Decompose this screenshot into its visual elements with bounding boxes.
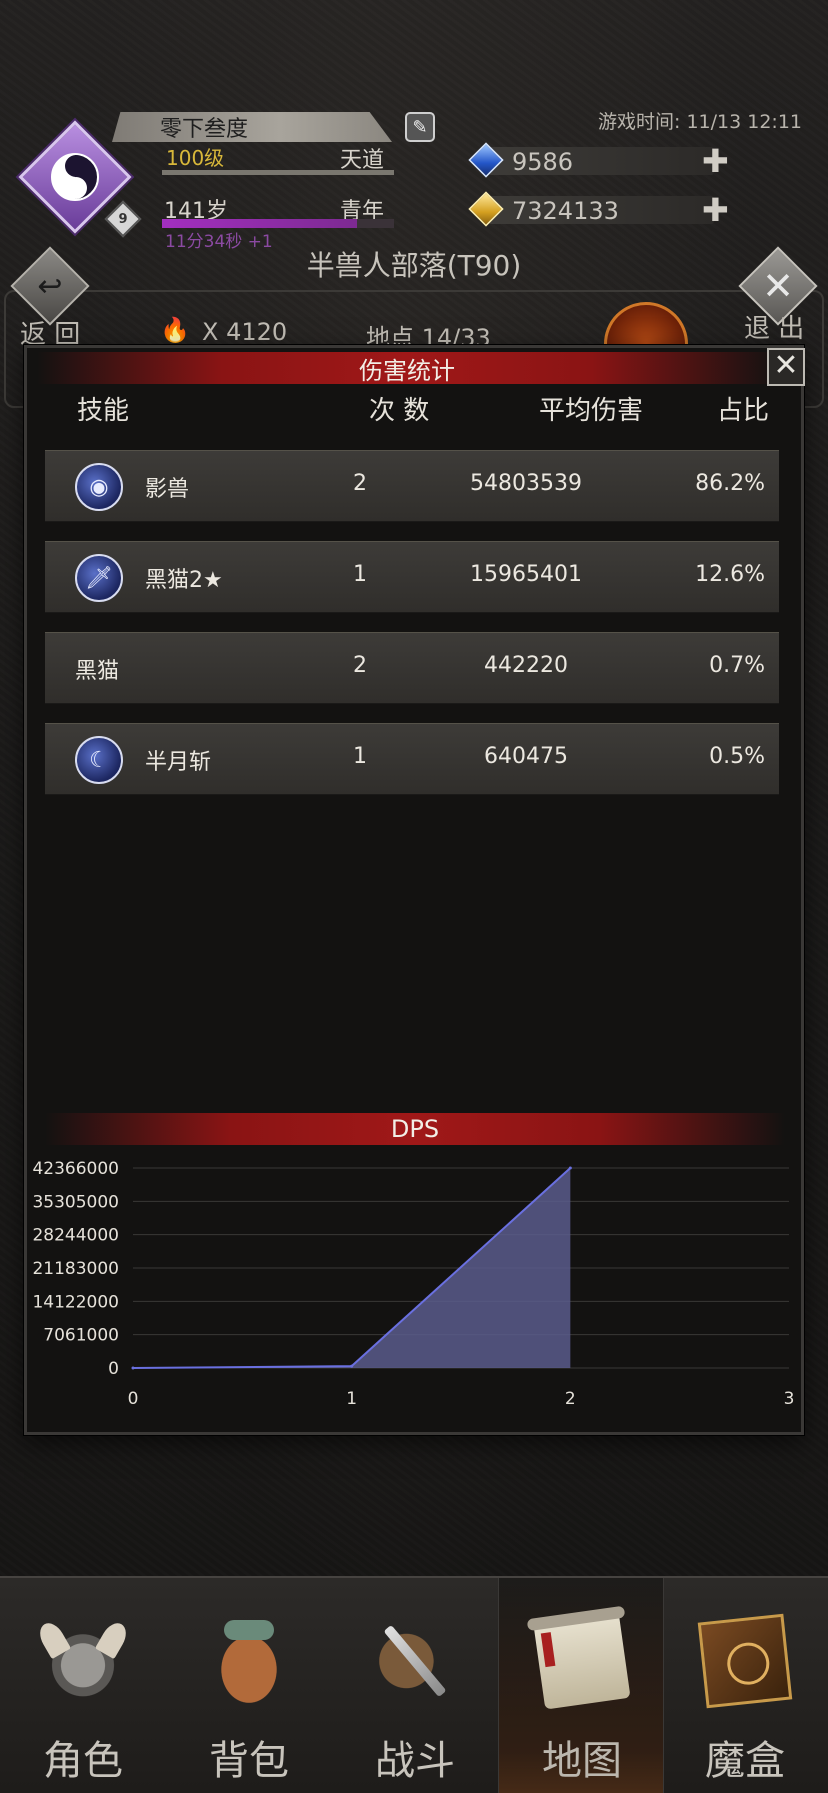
y-tick-label: 42366000 (32, 1159, 119, 1179)
game-time: 游戏时间: 11/13 12:11 (598, 111, 802, 133)
x-tick-label: 3 (784, 1389, 795, 1409)
skill-count: 1 (353, 744, 367, 769)
skill-avg-damage: 442220 (484, 653, 568, 678)
exit-label: 退 出 (744, 314, 805, 344)
edit-name-icon[interactable]: ✎ (405, 112, 435, 142)
skill-name: 半月斩 (145, 750, 212, 775)
backpack-icon (206, 1618, 292, 1704)
y-tick-label: 28244000 (32, 1226, 119, 1246)
damage-stats-panel: 伤害统计 ✕ 技能 次 数 平均伤害 占比 ◉ 影兽 2 54803539 86… (24, 345, 805, 1435)
nav-label: 背包 (209, 1738, 289, 1784)
nav-label: 地图 (542, 1738, 622, 1784)
skill-count: 2 (353, 653, 367, 678)
skill-name: 黑猫 (75, 659, 120, 684)
column-share: 占比 (717, 396, 770, 426)
y-tick-label: 0 (108, 1359, 119, 1379)
gem-count: 9586 (512, 148, 574, 176)
skill-avg-damage: 640475 (484, 744, 568, 769)
nav-item-map[interactable]: 地图 (498, 1578, 664, 1793)
dps-point (568, 1166, 572, 1170)
player-level: 100级 (166, 146, 225, 170)
column-avg-damage: 平均伤害 (539, 396, 644, 426)
avatar-level-badge-text: 9 (118, 211, 128, 227)
shadow-beast-icon: ◉ (75, 463, 123, 511)
y-tick-label: 21183000 (32, 1259, 119, 1279)
back-button[interactable]: ↩ 返 回 (8, 246, 92, 350)
exit-button[interactable]: ✕ 退 出 (736, 246, 820, 348)
level-progress-bar (162, 170, 394, 175)
skill-share: 0.5% (709, 744, 765, 769)
skill-count: 1 (353, 562, 367, 587)
skill-row: ◉ 影兽 2 54803539 86.2% (45, 450, 779, 522)
skill-share: 12.6% (695, 562, 765, 587)
x-tick-label: 1 (346, 1389, 357, 1409)
sword-shield-icon (372, 1618, 458, 1704)
nav-item-battle[interactable]: 战斗 (332, 1578, 498, 1793)
magic-box-icon (697, 1613, 793, 1709)
player-name: 零下叁度 (112, 112, 392, 142)
crescent-moon-icon: ☾ (75, 736, 123, 784)
nav-item-backpack[interactable]: 背包 (166, 1578, 332, 1793)
torch-count: X 4120 (202, 318, 288, 346)
bottom-nav: 角色 背包 战斗 地图 魔盒 (0, 1576, 828, 1793)
skill-name: 影兽 (145, 477, 190, 502)
level-progress-fill (162, 170, 394, 175)
nav-label: 角色 (43, 1738, 123, 1784)
skill-avg-damage: 15965401 (470, 562, 582, 587)
panel-title: 伤害统计 (37, 352, 777, 385)
skill-share: 0.7% (709, 653, 765, 678)
skill-row: ☾ 半月斩 1 640475 0.5% (45, 723, 779, 795)
torch-icon: 🔥 (160, 316, 190, 344)
yin-yang-icon (51, 153, 99, 201)
y-tick-label: 35305000 (32, 1192, 119, 1212)
gold-resource: 7324133 ✚ (468, 191, 730, 227)
skill-row: 黑猫 2 442220 0.7% (45, 632, 779, 704)
skill-row: 🗡 黑猫2★ 1 15965401 12.6% (45, 541, 779, 613)
gold-count: 7324133 (512, 197, 619, 225)
add-gold-icon[interactable]: ✚ (702, 194, 729, 226)
skill-count: 2 (353, 471, 367, 496)
skill-share: 86.2% (695, 471, 765, 496)
y-tick-label: 7061000 (43, 1326, 119, 1346)
nav-label: 魔盒 (705, 1738, 785, 1784)
skill-name: 黑猫2★ (145, 568, 223, 593)
skill-avg-damage: 54803539 (470, 471, 582, 496)
x-tick-label: 2 (565, 1389, 576, 1409)
scroll-map-icon (533, 1612, 631, 1710)
nav-item-magic-box[interactable]: 魔盒 (662, 1578, 828, 1793)
column-skill: 技能 (77, 396, 130, 426)
y-tick-label: 14122000 (32, 1292, 119, 1312)
helmet-icon (40, 1618, 126, 1704)
close-panel-button[interactable]: ✕ (767, 348, 805, 386)
column-count: 次 数 (369, 396, 430, 426)
nav-item-character[interactable]: 角色 (0, 1578, 166, 1793)
location-title: 半兽人部落(T90) (306, 249, 522, 282)
dps-point (350, 1364, 354, 1368)
x-tick-label: 0 (128, 1389, 139, 1409)
nav-label: 战斗 (375, 1738, 455, 1784)
dps-point (131, 1366, 135, 1370)
gem-resource: 9586 ✚ (468, 142, 730, 178)
add-gems-icon[interactable]: ✚ (702, 145, 729, 177)
sword-icon: 🗡 (75, 554, 123, 602)
